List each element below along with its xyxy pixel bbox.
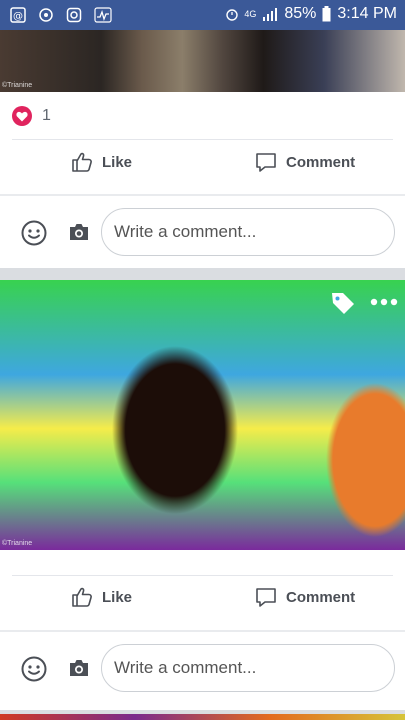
like-label: Like (102, 588, 133, 606)
status-right: 4G 85% 3:14 PM (220, 5, 397, 23)
reaction-count: 1 (42, 107, 51, 124)
divider (12, 575, 393, 576)
alarm-icon (226, 9, 239, 21)
svg-text:@: @ (13, 11, 23, 22)
like-button[interactable]: Like (70, 150, 132, 174)
activity-icon (94, 7, 112, 23)
feed-separator (0, 268, 405, 280)
speech-bubble-icon (256, 588, 276, 607)
4g-icon: 4G (244, 8, 257, 19)
post-photo[interactable] (0, 714, 405, 720)
clock-time: 3:14 PM (337, 5, 397, 22)
post-photo[interactable]: ©Trianine (0, 280, 405, 550)
comment-button[interactable]: Comment (254, 150, 355, 174)
tag-icon[interactable] (330, 290, 356, 316)
heart-reaction-icon (12, 106, 32, 126)
thumbs-up-icon (72, 587, 92, 607)
emoji-icon[interactable] (21, 220, 47, 246)
emoji-icon[interactable] (21, 656, 47, 682)
photo-watermark: ©Trianine (2, 82, 33, 89)
instagram-icon (66, 7, 82, 23)
reaction-summary[interactable]: 1 (12, 106, 51, 126)
comment-input[interactable] (101, 208, 395, 256)
post-card: Like Comment (0, 550, 405, 710)
post-photo[interactable]: ©Trianine (0, 30, 405, 92)
thumbs-up-icon (72, 152, 92, 172)
at-sign-icon: @ (10, 7, 26, 23)
status-bar: @ 4G 85% 3:14 PM (0, 0, 405, 30)
camera-icon[interactable] (68, 658, 90, 678)
comment-label: Comment (286, 588, 356, 606)
speech-bubble-icon (256, 153, 276, 172)
battery-percent: 85% (284, 5, 317, 22)
camera-icon[interactable] (68, 222, 90, 242)
sync-icon (39, 8, 53, 22)
comment-input[interactable] (101, 644, 395, 692)
comment-button[interactable]: Comment (254, 585, 355, 609)
battery-icon (322, 6, 331, 22)
comment-label: Comment (286, 153, 356, 171)
comment-composer (0, 196, 405, 270)
post-card: 1 Like Comment (0, 92, 405, 270)
like-label: Like (102, 153, 133, 171)
like-button[interactable]: Like (70, 585, 132, 609)
more-options-icon[interactable] (370, 298, 398, 306)
signal-icon (263, 8, 278, 21)
comment-composer (0, 632, 405, 706)
photo-watermark: ©Trianine (2, 540, 33, 547)
divider (12, 139, 393, 140)
